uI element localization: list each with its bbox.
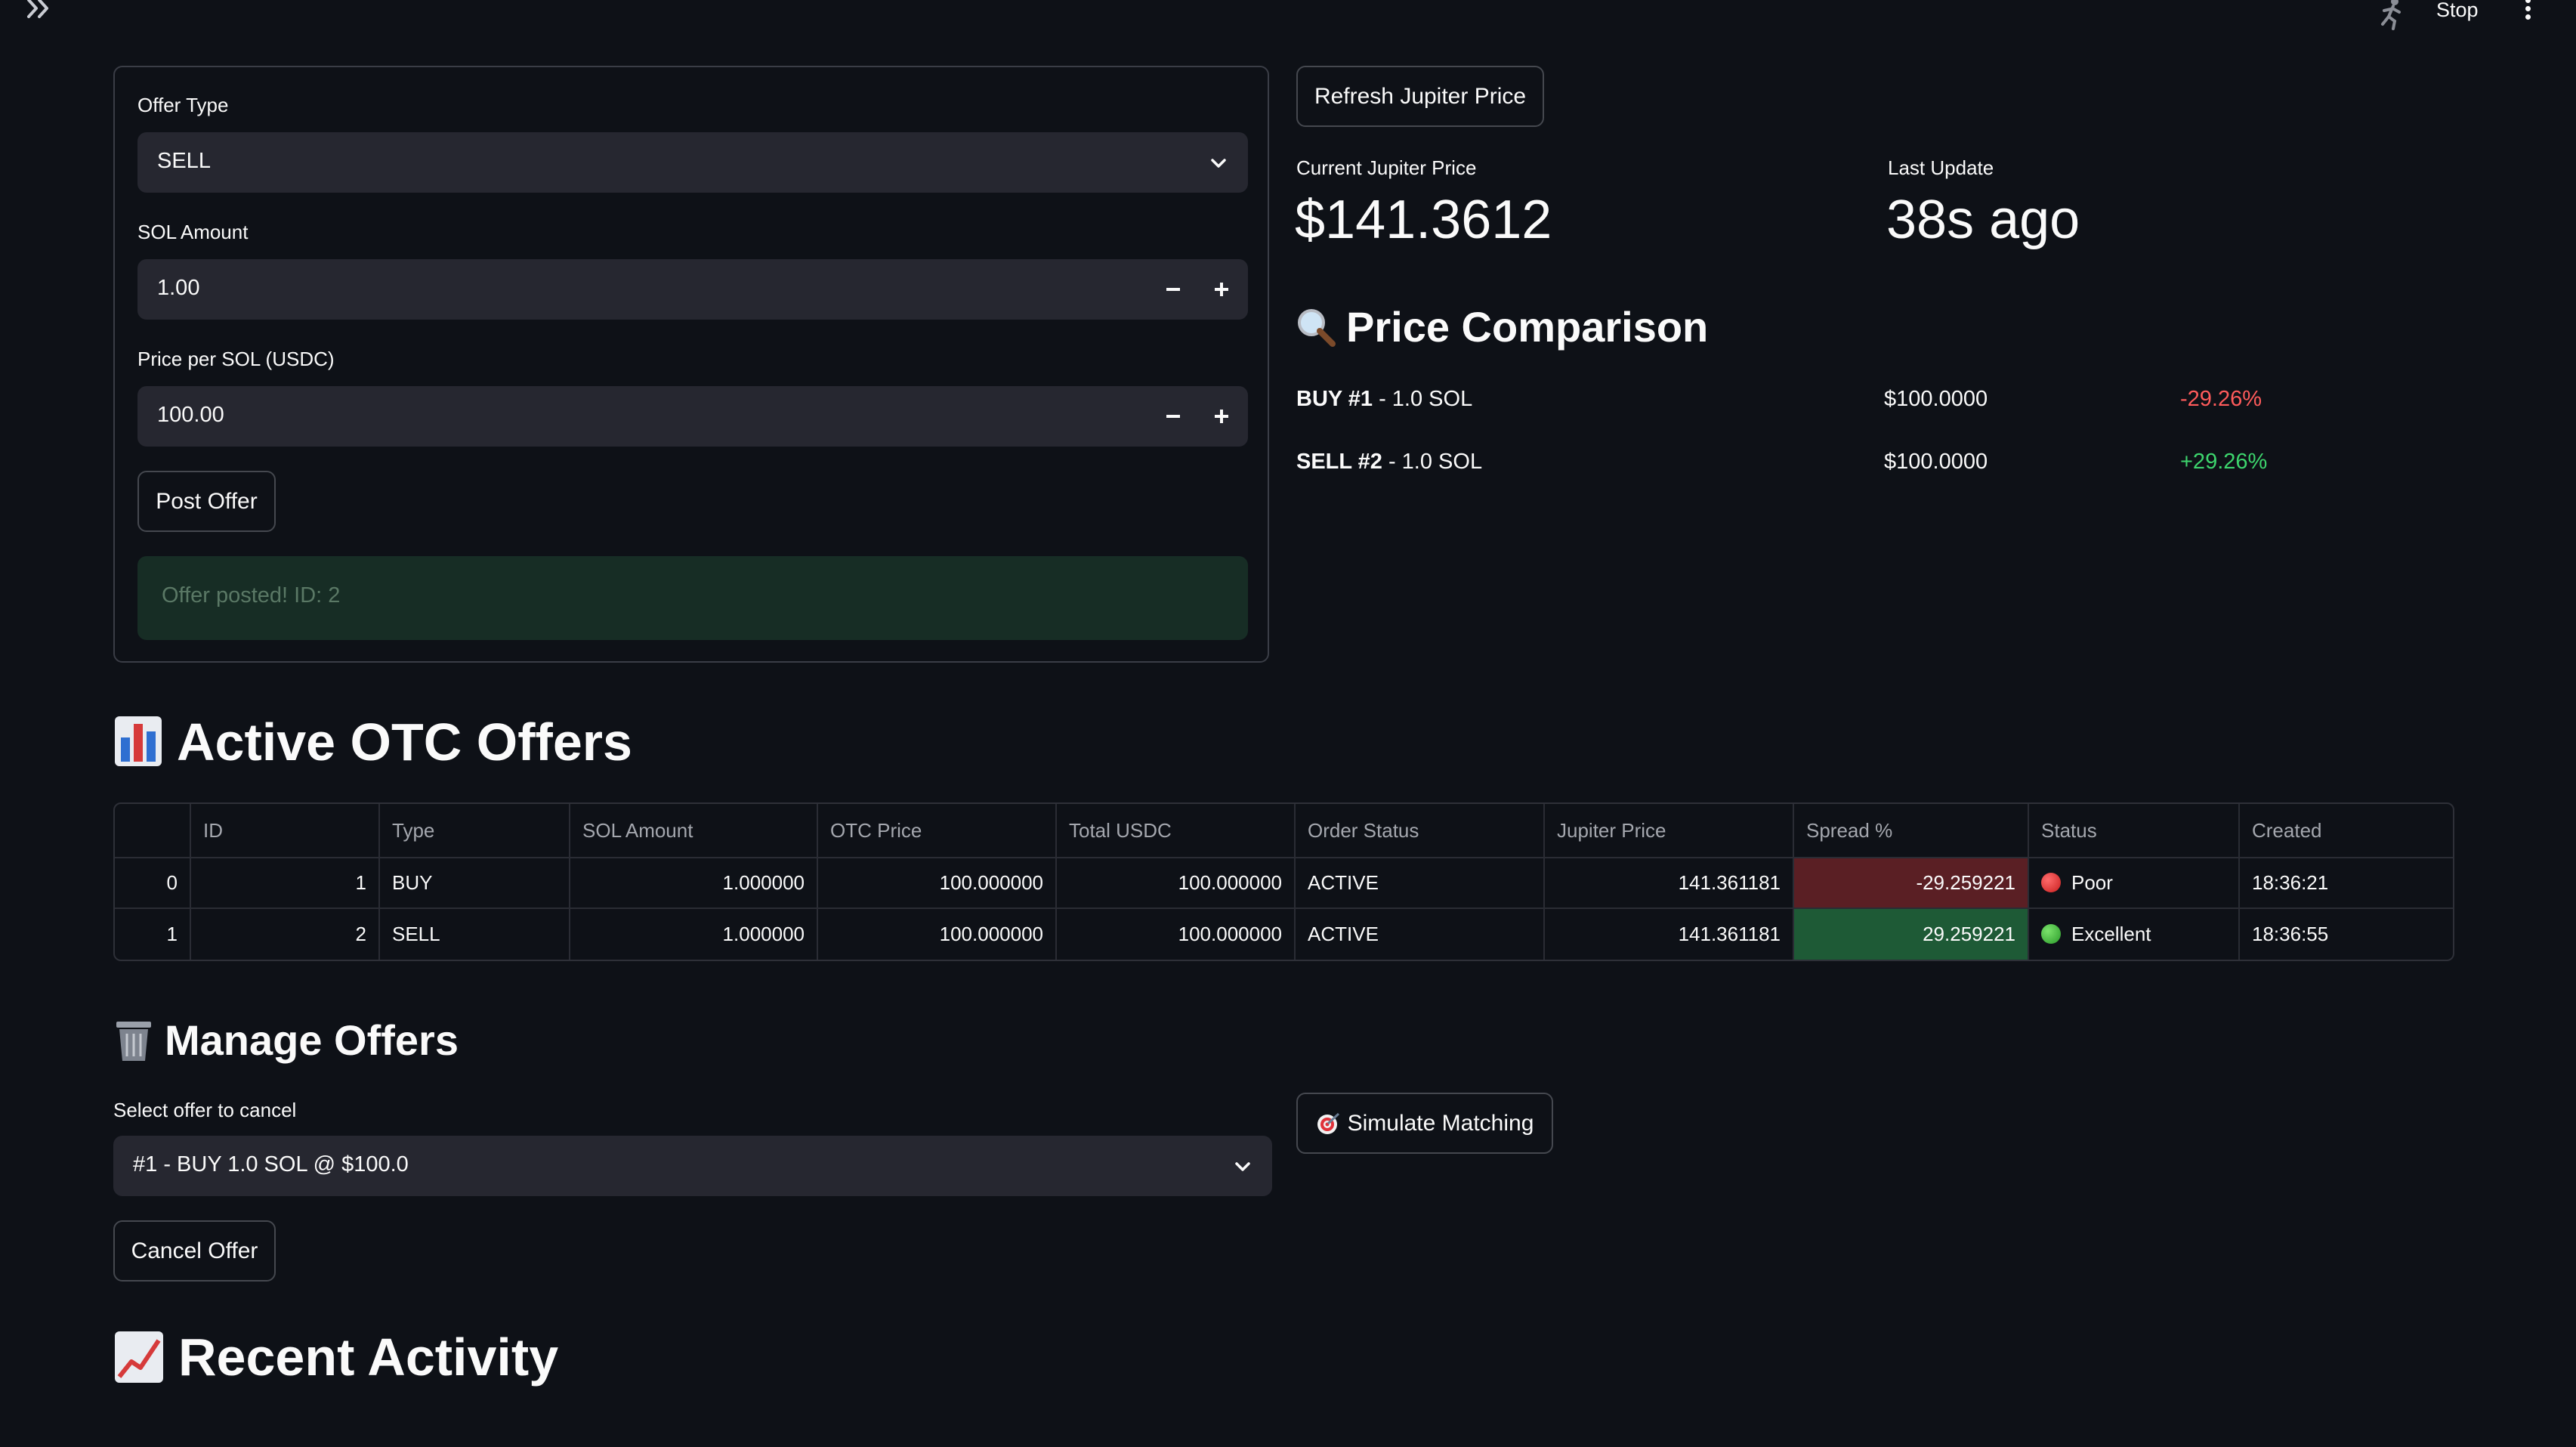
offer-type-label: Offer Type bbox=[137, 94, 229, 116]
price-input[interactable]: 100.00 bbox=[137, 386, 1248, 447]
offer-type-select[interactable]: SELL bbox=[137, 132, 1248, 193]
comparison-side: SELL #2 bbox=[1296, 450, 1382, 474]
comparison-row: BUY #1 - 1.0 SOL bbox=[1296, 387, 1472, 412]
running-man-icon bbox=[2377, 0, 2407, 30]
cell-created: 18:36:21 bbox=[2240, 858, 2453, 909]
main-menu-icon[interactable] bbox=[2522, 0, 2534, 21]
bar-chart-icon bbox=[113, 715, 163, 768]
comparison-delta: +29.26% bbox=[2180, 450, 2268, 474]
cell-jupiter-price: 141.361181 bbox=[1545, 909, 1794, 960]
comparison-desc: - 1.0 SOL bbox=[1373, 387, 1473, 411]
column-header[interactable]: Total USDC bbox=[1057, 804, 1296, 858]
success-alert: Offer posted! ID: 2 bbox=[137, 556, 1248, 640]
sol-amount-label: SOL Amount bbox=[137, 221, 249, 243]
cell-type: BUY bbox=[380, 858, 570, 909]
comparison-row: SELL #2 - 1.0 SOL bbox=[1296, 450, 1482, 475]
recent-activity-title: Recent Activity bbox=[178, 1328, 559, 1387]
post-offer-button[interactable]: Post Offer bbox=[137, 471, 276, 532]
selected-offer-value: #1 - BUY 1.0 SOL @ $100.0 bbox=[133, 1152, 409, 1176]
simulate-matching-label: Simulate Matching bbox=[1347, 1110, 1534, 1136]
table-header-row: ID Type SOL Amount OTC Price Total USDC … bbox=[115, 804, 2453, 858]
cancel-offer-button[interactable]: Cancel Offer bbox=[113, 1220, 276, 1282]
column-header[interactable] bbox=[115, 804, 191, 858]
cell-total-usdc: 100.000000 bbox=[1057, 909, 1296, 960]
status-text: Excellent bbox=[2071, 923, 2151, 945]
stop-button[interactable]: Stop bbox=[2436, 0, 2479, 22]
last-update-value: 38s ago bbox=[1886, 190, 2080, 250]
column-header[interactable]: OTC Price bbox=[818, 804, 1057, 858]
decrement-icon[interactable] bbox=[1154, 273, 1192, 306]
decrement-icon[interactable] bbox=[1154, 400, 1192, 433]
column-header[interactable]: Spread % bbox=[1794, 804, 2029, 858]
cell-id: 1 bbox=[191, 858, 380, 909]
comparison-price: $100.0000 bbox=[1884, 387, 1988, 411]
cell-jupiter-price: 141.361181 bbox=[1545, 858, 1794, 909]
chart-increasing-icon bbox=[113, 1330, 165, 1384]
cell-spread: -29.259221 bbox=[1794, 858, 2029, 909]
status-text: Poor bbox=[2071, 871, 2113, 894]
table-row[interactable]: 1 2 SELL 1.000000 100.000000 100.000000 … bbox=[115, 909, 2453, 960]
wastebasket-icon bbox=[113, 1019, 154, 1062]
cell-order-status: ACTIVE bbox=[1296, 909, 1545, 960]
cell-otc-price: 100.000000 bbox=[818, 909, 1057, 960]
select-offer-label: Select offer to cancel bbox=[113, 1099, 297, 1121]
cancel-offer-select[interactable]: #1 - BUY 1.0 SOL @ $100.0 bbox=[113, 1136, 1272, 1196]
green-circle-icon bbox=[2041, 924, 2061, 944]
offers-table[interactable]: ID Type SOL Amount OTC Price Total USDC … bbox=[113, 802, 2454, 961]
column-header[interactable]: SOL Amount bbox=[570, 804, 818, 858]
chevron-down-icon bbox=[1209, 153, 1228, 173]
last-update-label: Last Update bbox=[1888, 156, 1994, 179]
comparison-side: BUY #1 bbox=[1296, 387, 1373, 411]
cell-sol-amount: 1.000000 bbox=[570, 909, 818, 960]
price-comparison-title: Price Comparison bbox=[1346, 303, 1709, 351]
column-header[interactable]: Status bbox=[2029, 804, 2240, 858]
cell-sol-amount: 1.000000 bbox=[570, 858, 818, 909]
simulate-matching-button[interactable]: Simulate Matching bbox=[1296, 1093, 1553, 1154]
comparison-desc: - 1.0 SOL bbox=[1382, 450, 1483, 474]
price-value: 100.00 bbox=[157, 403, 224, 427]
column-header[interactable]: Order Status bbox=[1296, 804, 1545, 858]
red-circle-icon bbox=[2041, 873, 2061, 892]
cell-total-usdc: 100.000000 bbox=[1057, 858, 1296, 909]
cell-type: SELL bbox=[380, 909, 570, 960]
cell-otc-price: 100.000000 bbox=[818, 858, 1057, 909]
offer-type-value: SELL bbox=[157, 149, 211, 173]
expand-sidebar-icon[interactable] bbox=[26, 0, 56, 24]
cell-status: Excellent bbox=[2029, 909, 2240, 960]
increment-icon[interactable] bbox=[1203, 400, 1240, 433]
cell-status: Poor bbox=[2029, 858, 2240, 909]
table-row[interactable]: 0 1 BUY 1.000000 100.000000 100.000000 A… bbox=[115, 858, 2453, 909]
cell-order-status: ACTIVE bbox=[1296, 858, 1545, 909]
column-header[interactable]: Created bbox=[2240, 804, 2453, 858]
current-price-value: $141.3612 bbox=[1295, 190, 1552, 250]
column-header[interactable]: ID bbox=[191, 804, 380, 858]
column-header[interactable]: Type bbox=[380, 804, 570, 858]
cell-id: 2 bbox=[191, 909, 380, 960]
comparison-price: $100.0000 bbox=[1884, 450, 1988, 474]
chevron-down-icon bbox=[1233, 1157, 1252, 1176]
sol-amount-value: 1.00 bbox=[157, 276, 200, 300]
magnifier-icon bbox=[1295, 306, 1337, 348]
manage-offers-title: Manage Offers bbox=[165, 1016, 459, 1064]
row-index: 1 bbox=[115, 909, 191, 960]
cell-spread: 29.259221 bbox=[1794, 909, 2029, 960]
column-header[interactable]: Jupiter Price bbox=[1545, 804, 1794, 858]
success-message: Offer posted! ID: 2 bbox=[162, 583, 341, 608]
current-price-label: Current Jupiter Price bbox=[1296, 156, 1477, 179]
refresh-jupiter-price-button[interactable]: Refresh Jupiter Price bbox=[1296, 66, 1544, 127]
sol-amount-input[interactable]: 1.00 bbox=[137, 259, 1248, 320]
direct-hit-icon bbox=[1317, 1112, 1339, 1134]
increment-icon[interactable] bbox=[1203, 273, 1240, 306]
active-offers-title: Active OTC Offers bbox=[177, 713, 632, 771]
row-index: 0 bbox=[115, 858, 191, 909]
comparison-delta: -29.26% bbox=[2180, 387, 2262, 411]
cell-created: 18:36:55 bbox=[2252, 923, 2329, 945]
price-label: Price per SOL (USDC) bbox=[137, 348, 335, 370]
